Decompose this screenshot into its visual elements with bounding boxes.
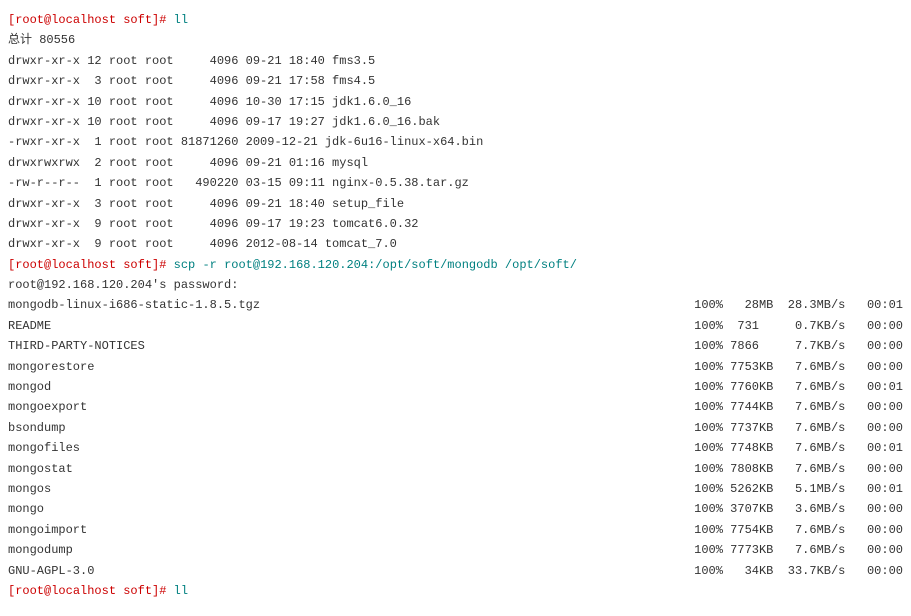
transfer-row: mongo 100% 3707KB 3.6MB/s 00:00 (8, 499, 903, 519)
transfer-stats: 100% 7808KB 7.6MB/s 00:00 (694, 459, 903, 479)
ls-row: drwxr-xr-x 10 root root 4096 10-30 17:15… (8, 92, 903, 112)
ls-row: drwxr-xr-x 9 root root 4096 2012-08-14 t… (8, 234, 903, 254)
transfer-filename: mongo (8, 499, 408, 519)
transfer-row: mongos 100% 5262KB 5.1MB/s 00:01 (8, 479, 903, 499)
total-line: 总计 80556 (8, 30, 903, 50)
transfer-filename: README (8, 316, 408, 336)
prompt-user: root (15, 13, 44, 27)
transfer-row: mongofiles 100% 7748KB 7.6MB/s 00:01 (8, 438, 903, 458)
transfer-filename: GNU-AGPL-3.0 (8, 561, 408, 581)
transfer-filename: mongod (8, 377, 408, 397)
prompt-user: root (15, 584, 44, 598)
prompt-line-3: [root@localhost soft]# ll (8, 581, 903, 601)
transfer-stats: 100% 7753KB 7.6MB/s 00:00 (694, 357, 903, 377)
transfer-stats: 100% 28MB 28.3MB/s 00:01 (694, 295, 903, 315)
transfer-row: mongoimport 100% 7754KB 7.6MB/s 00:00 (8, 520, 903, 540)
transfer-stats: 100% 7748KB 7.6MB/s 00:01 (694, 438, 903, 458)
transfer-filename: bsondump (8, 418, 408, 438)
transfer-filename: mongorestore (8, 357, 408, 377)
prompt-path: soft (123, 258, 152, 272)
ls-row: drwxr-xr-x 9 root root 4096 09-17 19:23 … (8, 214, 903, 234)
prompt-hash: # (159, 258, 173, 272)
transfer-stats: 100% 3707KB 3.6MB/s 00:00 (694, 499, 903, 519)
ls-output: drwxr-xr-x 12 root root 4096 09-21 18:40… (8, 51, 903, 255)
transfer-stats: 100% 7866 7.7KB/s 00:00 (694, 336, 903, 356)
command-ll-2[interactable]: ll (174, 584, 188, 598)
prompt-hash: # (159, 13, 173, 27)
transfer-stats: 100% 731 0.7KB/s 00:00 (694, 316, 903, 336)
transfer-row: mongorestore 100% 7753KB 7.6MB/s 00:00 (8, 357, 903, 377)
password-prompt[interactable]: root@192.168.120.204's password: (8, 275, 903, 295)
transfer-filename: THIRD-PARTY-NOTICES (8, 336, 408, 356)
transfer-row: THIRD-PARTY-NOTICES 100% 7866 7.7KB/s 00:… (8, 336, 903, 356)
command-ll-1[interactable]: ll (174, 13, 188, 27)
transfer-stats: 100% 7760KB 7.6MB/s 00:01 (694, 377, 903, 397)
prompt-host: localhost (51, 13, 116, 27)
ls-row: drwxrwxrwx 2 root root 4096 09-21 01:16 … (8, 153, 903, 173)
prompt-host: localhost (51, 258, 116, 272)
ls-row: drwxr-xr-x 3 root root 4096 09-21 17:58 … (8, 71, 903, 91)
ls-row: -rwxr-xr-x 1 root root 81871260 2009-12-… (8, 132, 903, 152)
transfer-row: README 100% 731 0.7KB/s 00:00 (8, 316, 903, 336)
transfer-filename: mongoimport (8, 520, 408, 540)
transfer-row: GNU-AGPL-3.0 100% 34KB 33.7KB/s 00:00 (8, 561, 903, 581)
scp-output: mongodb-linux-i686-static-1.8.5.tgz 100% … (8, 295, 903, 580)
ls-row: drwxr-xr-x 12 root root 4096 09-21 18:40… (8, 51, 903, 71)
transfer-filename: mongodump (8, 540, 408, 560)
transfer-filename: mongofiles (8, 438, 408, 458)
transfer-stats: 100% 7737KB 7.6MB/s 00:00 (694, 418, 903, 438)
transfer-row: mongod 100% 7760KB 7.6MB/s 00:01 (8, 377, 903, 397)
transfer-stats: 100% 34KB 33.7KB/s 00:00 (694, 561, 903, 581)
ls-row: drwxr-xr-x 10 root root 4096 09-17 19:27… (8, 112, 903, 132)
prompt-line-2: [root@localhost soft]# scp -r root@192.1… (8, 255, 903, 275)
transfer-filename: mongos (8, 479, 408, 499)
prompt-path: soft (123, 13, 152, 27)
prompt-user: root (15, 258, 44, 272)
transfer-filename: mongodb-linux-i686-static-1.8.5.tgz (8, 295, 408, 315)
transfer-row: mongostat 100% 7808KB 7.6MB/s 00:00 (8, 459, 903, 479)
transfer-filename: mongoexport (8, 397, 408, 417)
transfer-row: mongodb-linux-i686-static-1.8.5.tgz 100% … (8, 295, 903, 315)
command-scp[interactable]: scp -r root@192.168.120.204:/opt/soft/mo… (174, 258, 577, 272)
transfer-filename: mongostat (8, 459, 408, 479)
transfer-row: mongoexport 100% 7744KB 7.6MB/s 00:00 (8, 397, 903, 417)
transfer-stats: 100% 7773KB 7.6MB/s 00:00 (694, 540, 903, 560)
ls-row: -rw-r--r-- 1 root root 490220 03-15 09:1… (8, 173, 903, 193)
prompt-hash: # (159, 584, 173, 598)
prompt-line-1: [root@localhost soft]# ll (8, 10, 903, 30)
prompt-path: soft (123, 584, 152, 598)
transfer-row: mongodump 100% 7773KB 7.6MB/s 00:00 (8, 540, 903, 560)
transfer-stats: 100% 7754KB 7.6MB/s 00:00 (694, 520, 903, 540)
ls-row: drwxr-xr-x 3 root root 4096 09-21 18:40 … (8, 194, 903, 214)
transfer-row: bsondump 100% 7737KB 7.6MB/s 00:00 (8, 418, 903, 438)
transfer-stats: 100% 5262KB 5.1MB/s 00:01 (694, 479, 903, 499)
transfer-stats: 100% 7744KB 7.6MB/s 00:00 (694, 397, 903, 417)
prompt-host: localhost (51, 584, 116, 598)
